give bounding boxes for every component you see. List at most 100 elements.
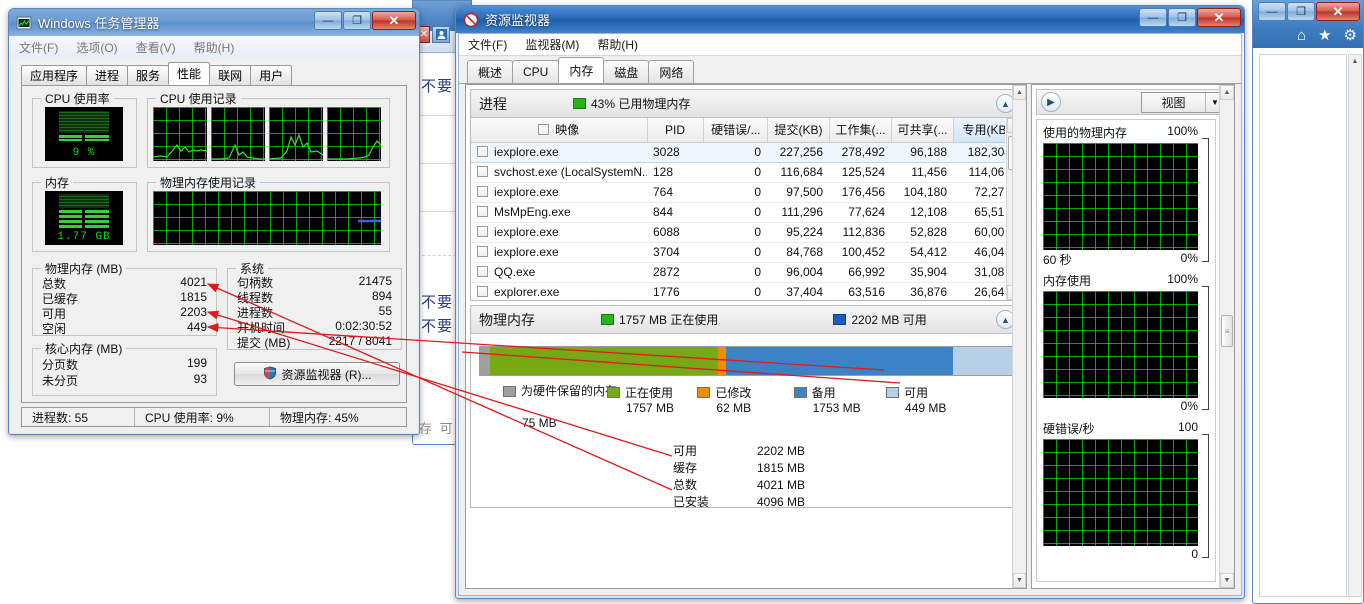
resource-monitor-close-button[interactable]: ✕ (1197, 8, 1241, 27)
star-icon[interactable]: ★ (1318, 26, 1331, 44)
resource-monitor-caption-buttons[interactable]: — ❐ ✕ (1139, 8, 1241, 27)
gear-icon[interactable]: ⚙ (1344, 26, 1357, 44)
col-commit[interactable]: 提交(KB) (767, 118, 830, 143)
task-manager-titlebar[interactable]: Windows 任务管理器 — ❐ ✕ (9, 9, 419, 36)
rm-tab-cpu[interactable]: CPU (512, 60, 560, 83)
row-checkbox[interactable] (477, 146, 488, 157)
row-checkbox[interactable] (477, 206, 488, 217)
background-window-caption-buttons[interactable]: — ❐ ✕ (1258, 2, 1360, 21)
main-pane-scrollbar[interactable]: ▲ ▼ (1012, 85, 1026, 588)
processes-table-body[interactable]: iexplore.exe 3028 0 227,256 278,492 96,1… (471, 141, 1005, 300)
rm-menu-help[interactable]: 帮助(H) (597, 36, 638, 53)
rm-menu-file[interactable]: 文件(F) (468, 36, 507, 53)
menu-view[interactable]: 查看(V) (136, 39, 176, 56)
summary-key: 可用 (673, 444, 698, 458)
sidebar-scroll-thumb[interactable]: ≡ (1221, 315, 1233, 347)
browser-vertical-scrollbar[interactable]: ▲ (1348, 54, 1362, 597)
menu-options[interactable]: 选项(O) (76, 39, 117, 56)
rm-tab-overview[interactable]: 概述 (467, 60, 514, 83)
processes-panel-header[interactable]: 进程 43% 已用物理内存 ▲ (471, 90, 1021, 118)
processes-panel: 进程 43% 已用物理内存 ▲ 映像 PID 硬错误/... 提交(KB) 工作… (470, 89, 1022, 301)
expand-sidebar-icon[interactable]: ▶ (1041, 92, 1061, 112)
row-checkbox[interactable] (477, 266, 488, 277)
row-checkbox[interactable] (477, 246, 488, 257)
processes-table[interactable]: 映像 PID 硬错误/... 提交(KB) 工作集(... 可共享(... 专用… (471, 118, 1005, 300)
cell-image-label: iexplore.exe (494, 185, 559, 199)
processes-table-header-row[interactable]: 映像 PID 硬错误/... 提交(KB) 工作集(... 可共享(... 专用… (471, 118, 1005, 143)
task-manager-minimize-button[interactable]: — (314, 11, 342, 30)
background-window-caption-remnant[interactable]: ✕ (418, 26, 450, 43)
tab-performance[interactable]: 性能 (168, 62, 211, 85)
sidebar-scrollbar[interactable]: ▲ ≡ ▼ (1219, 85, 1234, 588)
table-row[interactable]: iexplore.exe 3028 0 227,256 278,492 96,1… (471, 141, 1005, 163)
col-shareable[interactable]: 可共享(... (891, 118, 954, 143)
sidebar-scroll-down-arrow[interactable]: ▼ (1220, 573, 1234, 588)
cell-image: QQ.exe (471, 262, 647, 283)
background-browser-window-right[interactable]: ⌂ ★ ⚙ ▲ (1252, 0, 1364, 604)
background-close-button[interactable]: ✕ (1316, 2, 1360, 21)
rm-tab-disk[interactable]: 磁盘 (603, 60, 650, 83)
resource-monitor-window[interactable]: 资源监视器 — ❐ ✕ 文件(F) 监视器(M) 帮助(H) 概述 CPU 内存… (455, 5, 1245, 599)
resource-monitor-maximize-button[interactable]: ❐ (1168, 8, 1196, 27)
scroll-up-arrow[interactable]: ▲ (1349, 55, 1361, 68)
sidebar-view-bar[interactable]: ▶ 视图 ▼ (1036, 89, 1230, 115)
table-row[interactable]: MsMpEng.exe 844 0 111,296 77,624 12,108 … (471, 202, 1005, 223)
table-row[interactable]: iexplore.exe 6088 0 95,224 112,836 52,82… (471, 222, 1005, 243)
col-working-set[interactable]: 工作集(... (829, 118, 892, 143)
physical-memory-panel-header[interactable]: 物理内存 1757 MB 正在使用 2202 MB 可用 ▲ (471, 306, 1021, 334)
table-row[interactable]: explorer.exe 1776 0 37,404 63,516 36,876… (471, 282, 1005, 300)
col-hard-faults[interactable]: 硬错误/... (703, 118, 768, 143)
col-pid[interactable]: PID (647, 118, 704, 143)
col-private[interactable]: 专用(KB) (953, 118, 1005, 143)
tab-services[interactable]: 服务 (127, 65, 170, 85)
task-manager-close-button[interactable]: ✕ (372, 11, 416, 30)
row-checkbox[interactable] (477, 286, 488, 297)
rm-tab-memory[interactable]: 内存 (558, 57, 605, 83)
table-row[interactable]: QQ.exe 2872 0 96,004 66,992 35,904 31,08… (471, 262, 1005, 283)
resource-monitor-tabs[interactable]: 概述 CPU 内存 磁盘 网络 (467, 57, 695, 83)
row-checkbox[interactable] (477, 226, 488, 237)
cell-private: 46,040 (953, 242, 1005, 263)
select-all-checkbox[interactable] (538, 124, 550, 136)
graph-header: 硬错误/秒 100 (1043, 420, 1209, 437)
row-checkbox[interactable] (477, 186, 488, 197)
rm-tab-network[interactable]: 网络 (648, 60, 695, 83)
resource-monitor-minimize-button[interactable]: — (1139, 8, 1167, 27)
menu-help[interactable]: 帮助(H) (194, 39, 235, 56)
legend-standby: 备用 1753 MB (793, 384, 886, 430)
col-image[interactable]: 映像 (471, 118, 648, 143)
remnant-toolbar-icon[interactable] (432, 26, 450, 43)
cell-pid: 844 (647, 202, 703, 223)
tab-processes[interactable]: 进程 (86, 65, 129, 85)
home-icon[interactable]: ⌂ (1297, 27, 1306, 44)
view-dropdown[interactable]: 视图 ▼ (1141, 92, 1225, 113)
resource-monitor-menubar[interactable]: 文件(F) 监视器(M) 帮助(H) (459, 34, 1241, 56)
sys-val-processes: 55 (378, 304, 392, 318)
table-row[interactable]: iexplore.exe 764 0 97,500 176,456 104,18… (471, 182, 1005, 203)
task-manager-maximize-button[interactable]: ❐ (343, 11, 371, 30)
background-maximize-button[interactable]: ❐ (1287, 2, 1315, 21)
status-processes: 进程数: 55 (32, 410, 89, 425)
browser-toolbar-icons[interactable]: ⌂ ★ ⚙ (1297, 26, 1357, 45)
main-scroll-up-arrow[interactable]: ▲ (1013, 85, 1026, 100)
main-scroll-down-arrow[interactable]: ▼ (1013, 573, 1026, 588)
table-row[interactable]: iexplore.exe 3704 0 84,768 100,452 54,41… (471, 242, 1005, 263)
cell-commit: 84,768 (767, 242, 829, 263)
resource-monitor-titlebar[interactable]: 资源监视器 — ❐ ✕ (456, 6, 1244, 33)
menu-file[interactable]: 文件(F) (19, 39, 58, 56)
task-manager-caption-buttons[interactable]: — ❐ ✕ (314, 11, 416, 30)
background-text: 不要 (421, 318, 454, 335)
task-manager-window[interactable]: Windows 任务管理器 — ❐ ✕ 文件(F) 选项(O) 查看(V) 帮助… (8, 8, 420, 435)
tab-users[interactable]: 用户 (250, 65, 293, 85)
task-manager-menubar[interactable]: 文件(F) 选项(O) 查看(V) 帮助(H) (10, 36, 418, 58)
table-row[interactable]: svchost.exe (LocalSystemN... 128 0 116,6… (471, 162, 1005, 183)
row-checkbox[interactable] (477, 166, 488, 177)
sidebar-scroll-up-arrow[interactable]: ▲ (1220, 85, 1234, 100)
background-minimize-button[interactable]: — (1258, 2, 1286, 21)
tab-applications[interactable]: 应用程序 (21, 65, 88, 85)
rm-menu-monitor[interactable]: 监视器(M) (525, 36, 579, 53)
task-manager-title: Windows 任务管理器 (38, 16, 160, 31)
task-manager-tabs[interactable]: 应用程序 进程 服务 性能 联网 用户 (21, 62, 407, 86)
resource-monitor-button[interactable]: 资源监视器 (R)... (234, 362, 400, 386)
tab-networking[interactable]: 联网 (209, 65, 252, 85)
